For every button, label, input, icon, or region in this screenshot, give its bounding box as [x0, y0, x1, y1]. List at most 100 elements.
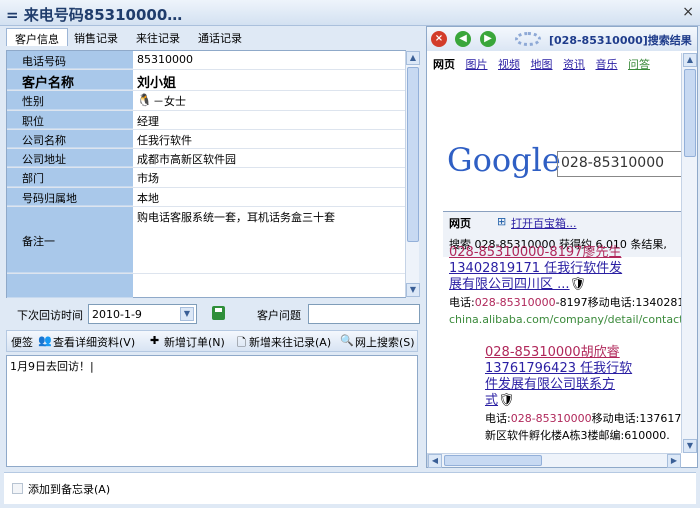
snippet-text: 移动电话:137617 — [591, 412, 681, 425]
field-value[interactable]: 市场 — [137, 170, 159, 186]
penguin-icon: 🐧 — [137, 93, 152, 107]
tab-sales-records[interactable]: 销售记录 — [66, 28, 126, 46]
field-label — [7, 274, 133, 298]
field-value[interactable]: 成都市高新区软件园 — [137, 151, 236, 167]
scroll-right-icon[interactable]: ▶ — [667, 454, 681, 468]
scroll-thumb[interactable] — [407, 67, 419, 242]
field-label: 职位 — [7, 111, 133, 129]
field-label: 备注一 — [7, 207, 133, 273]
field-row-title: 职位 经理 — [7, 111, 406, 130]
search-browser-panel: × ◀ ▶ [028-85310000]搜索结果 网页 图片 视频 地图 资讯 … — [426, 26, 698, 468]
scroll-thumb[interactable] — [444, 455, 542, 466]
tab-call-records[interactable]: 通话记录 — [190, 28, 250, 46]
field-label: 客户名称 — [7, 70, 133, 91]
scroll-down-icon[interactable]: ▼ — [683, 439, 697, 453]
tab-contact-records[interactable]: 来往记录 — [128, 28, 188, 46]
document-icon: 🗋 — [237, 336, 246, 349]
window-title: = 来电号码85310000… — [6, 6, 183, 24]
snippet-text: 电话: — [485, 412, 511, 425]
new-record-button[interactable]: 新增来往记录(A) — [249, 334, 331, 350]
chevron-down-icon[interactable]: ▼ — [180, 307, 194, 321]
field-value[interactable]: 购电话客服系统一套，耳机话务盒三十套 — [137, 209, 335, 225]
field-value[interactable]: 85310000 — [137, 53, 193, 66]
result-title-line[interactable]: 028-85310000胡欣睿 — [485, 345, 620, 360]
users-icon: 👥 — [38, 334, 52, 347]
field-label: 部门 — [7, 168, 133, 187]
field-row-phone: 电话号码 85310000 — [7, 51, 406, 70]
field-label: 电话号码 — [7, 51, 133, 69]
field-row-gender: 性别 🐧 －女士 — [7, 91, 406, 111]
result-2: 028-85310000胡欣睿 13761796423 任我行软 件发展有限公司… — [485, 345, 681, 443]
result-title-line[interactable]: 式 — [485, 393, 498, 408]
result-title-line[interactable]: 13761796423 任我行软 — [485, 361, 632, 376]
nav-maps[interactable]: 地图 — [531, 58, 553, 71]
nav-web[interactable]: 网页 — [433, 58, 455, 71]
snippet-text: 电话: — [449, 296, 475, 309]
scroll-down-icon[interactable]: ▼ — [406, 283, 420, 297]
browser-hscrollbar[interactable]: ◀ ▶ — [427, 453, 681, 468]
field-value[interactable]: 任我行软件 — [137, 132, 192, 148]
scroll-thumb[interactable] — [684, 69, 696, 157]
next-visit-date-select[interactable]: 2010-1-9 ▼ — [88, 304, 197, 324]
loading-spinner-icon — [515, 32, 541, 46]
memo-textarea[interactable]: 1月9日去回访！| — [6, 355, 418, 467]
forward-arrow-icon[interactable]: ▶ — [480, 31, 496, 47]
plus-icon: ✚ — [150, 334, 160, 347]
verified-shield-icon: 🛡 — [498, 393, 515, 408]
snippet-highlight: 028-85310000 — [474, 296, 556, 309]
browser-vscrollbar[interactable]: ▲ ▼ — [681, 53, 697, 453]
scroll-up-icon[interactable]: ▲ — [683, 53, 697, 67]
nav-music[interactable]: 音乐 — [596, 58, 618, 71]
search-nav: 网页 图片 视频 地图 资讯 音乐 问答 — [433, 56, 650, 72]
web-search-button[interactable]: 网上搜索(S) — [355, 334, 415, 350]
stop-icon[interactable]: × — [431, 31, 447, 47]
customer-issue-input[interactable] — [308, 304, 420, 324]
search-query-input[interactable]: 028-85310000 — [557, 151, 681, 177]
tab-customer-info[interactable]: 客户信息 — [6, 28, 68, 46]
field-value[interactable]: 刘小姐 — [137, 72, 176, 91]
browser-content: 网页 图片 视频 地图 资讯 音乐 问答 Google 028-85310000… — [427, 53, 681, 453]
result-1: 028-85310000-8197廖先生 13402819171 任我行软件发 … — [449, 245, 681, 327]
toolbox-link[interactable]: 打开百宝箱... — [511, 215, 577, 231]
close-button[interactable]: × — [682, 4, 694, 20]
field-value[interactable]: －女士 — [153, 93, 186, 109]
new-order-button[interactable]: 新增订单(N) — [164, 334, 225, 350]
nav-video[interactable]: 视频 — [498, 58, 520, 71]
memo-text: 1月9日去回访！ — [10, 360, 90, 373]
scroll-left-icon[interactable]: ◀ — [428, 454, 442, 468]
result-title-line[interactable]: 件发展有限公司联系方 — [485, 377, 615, 392]
snippet-text: -8197移动电话:1340281 — [555, 296, 681, 309]
next-visit-label: 下次回访时间 — [17, 309, 83, 322]
verified-shield-icon: 🛡 — [569, 277, 587, 292]
scroll-up-icon[interactable]: ▲ — [406, 51, 420, 65]
result-url: china.alibaba.com/company/detail/contact… — [449, 313, 681, 326]
nav-images[interactable]: 图片 — [466, 58, 488, 71]
globe-search-icon: 🔍 — [340, 334, 354, 347]
field-label: 性别 — [7, 91, 133, 110]
field-label: 公司名称 — [7, 130, 133, 148]
nav-news[interactable]: 资讯 — [563, 58, 585, 71]
field-row-empty — [7, 274, 406, 298]
grid-scrollbar[interactable]: ▲ ▼ — [405, 51, 420, 297]
add-memo-label[interactable]: 添加到备忘录(A) — [28, 481, 110, 497]
field-label: 号码归属地 — [7, 188, 133, 206]
result-title-line[interactable]: 028-85310000-8197廖先生 — [449, 245, 621, 260]
add-memo-checkbox[interactable] — [12, 483, 23, 494]
result-title-line[interactable]: 13402819171 任我行软件发 — [449, 261, 622, 276]
result-snippet: 电话:028-85310000-8197移动电话:1340281 — [449, 296, 681, 310]
nav-answers[interactable]: 问答 — [628, 58, 650, 71]
snippet-highlight: 028-85310000 — [510, 412, 592, 425]
view-details-button[interactable]: 查看详细资料(V) — [53, 334, 135, 350]
field-value[interactable]: 经理 — [137, 113, 159, 129]
field-row-department: 部门 市场 — [7, 168, 406, 188]
save-icon[interactable] — [212, 306, 225, 320]
field-value[interactable]: 本地 — [137, 190, 159, 206]
back-arrow-icon[interactable]: ◀ — [455, 31, 471, 47]
browser-toolbar: × ◀ ▶ [028-85310000]搜索结果 — [427, 27, 697, 51]
field-row-company: 公司名称 任我行软件 — [7, 130, 406, 149]
result-snippet: 电话:028-85310000移动电话:137617 — [485, 412, 681, 426]
result-title-line[interactable]: 展有限公司四川区 ... — [449, 277, 570, 292]
browser-title: [028-85310000]搜索结果 — [549, 34, 692, 47]
field-row-name: 客户名称 刘小姐 — [7, 70, 406, 91]
result-snippet-2: 新区软件孵化楼A栋3楼邮编:610000. — [485, 429, 670, 442]
